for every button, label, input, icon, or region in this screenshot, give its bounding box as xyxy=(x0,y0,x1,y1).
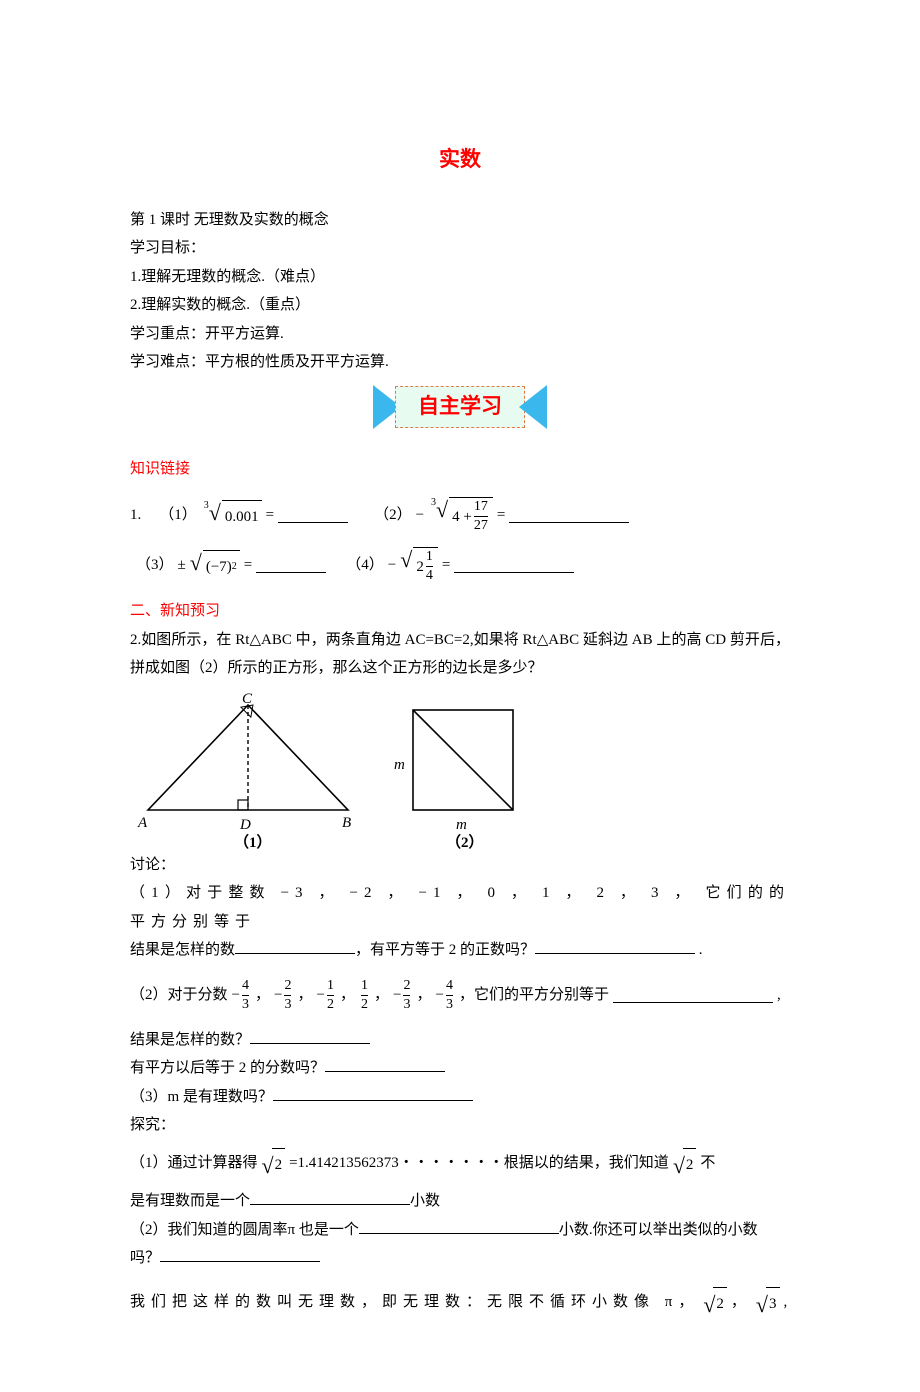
frac-1-4: 1 4 xyxy=(426,550,433,583)
label-C: C xyxy=(242,685,252,714)
figure-1-caption: （1） xyxy=(234,829,272,858)
blank-1-1[interactable] xyxy=(278,508,348,523)
frac-6: 43 xyxy=(446,979,453,1012)
equals: = xyxy=(266,501,274,530)
plus-minus: ± xyxy=(178,551,186,580)
equals: = xyxy=(244,551,252,580)
discuss-3: （3）m 是有理数吗？ xyxy=(130,1083,790,1112)
explore-2-line2: 吗？ xyxy=(130,1244,790,1273)
sqrt-2-1-4: √ 2 1 4 xyxy=(400,547,438,583)
difficulty: 学习难点：平方根的性质及开平方运算. xyxy=(130,348,790,377)
frac-2: 23 xyxy=(284,979,291,1012)
sqrt-neg7-sq: √ (−7)2 xyxy=(190,550,240,582)
figures: A B C D （1） m m （2） xyxy=(130,695,790,845)
goal-1: 1.理解无理数的概念.（难点） xyxy=(130,263,790,292)
goals-label: 学习目标： xyxy=(130,234,790,263)
blank-d2-2[interactable] xyxy=(250,1029,370,1044)
section-knowledge-link: 知识链接 xyxy=(130,455,790,484)
section-preview: 二、新知预习 xyxy=(130,597,790,626)
frac-1: 43 xyxy=(242,979,249,1012)
blank-d1-2[interactable] xyxy=(535,939,695,954)
blank-1-3[interactable] xyxy=(256,558,326,573)
blank-e2-2[interactable] xyxy=(160,1247,320,1262)
cbrt-4-plus-17-27: 3 √ 4 + 17 27 xyxy=(428,497,493,533)
question-1-line-2: （3） ± √ (−7)2 = （4） − √ 2 1 4 = xyxy=(130,547,790,583)
equals: = xyxy=(442,551,450,580)
figure-1-triangle: A B C D （1） xyxy=(138,695,358,845)
lesson-header: 第 1 课时 无理数及实数的概念 xyxy=(130,206,790,235)
blank-1-2[interactable] xyxy=(509,508,629,523)
figure-2-caption: （2） xyxy=(446,829,484,858)
discuss-2-line2: 结果是怎样的数？ xyxy=(130,1026,790,1055)
frac-3: 12 xyxy=(327,979,334,1012)
label-m-left: m xyxy=(394,751,405,780)
question-2: 2.如图所示，在 Rt△ABC 中，两条直角边 AC=BC=2,如果将 Rt△A… xyxy=(130,626,790,683)
discuss-2-line1: （2）对于分数 −43， −23， −12， 12， −23， −43 ，它们的… xyxy=(130,979,790,1012)
figure-2-square: m m （2） xyxy=(398,695,528,845)
explore-1-line1: （1）通过计算器得 √2 =1.414213562373・・・・・・・根据以的结… xyxy=(130,1148,790,1180)
key-point: 学习重点：开平方运算. xyxy=(130,320,790,349)
blank-e2-1[interactable] xyxy=(359,1219,559,1234)
q1-4-label: （4） xyxy=(346,551,384,580)
self-study-banner: 自主学习 xyxy=(130,385,790,429)
cbrt-0.001: 3 √ 0.001 xyxy=(201,500,262,532)
blank-e1[interactable] xyxy=(250,1190,410,1205)
discuss-1-line1: （1）对于整数 −3 ， −2 ， −1 ， 0 ， 1 ， 2 ， 3 ， 它… xyxy=(130,879,790,936)
minus: − xyxy=(388,551,396,580)
explore-1-line2: 是有理数而是一个小数 xyxy=(130,1187,790,1216)
discuss-2-line3: 有平方以后等于 2 的分数吗？ xyxy=(130,1054,790,1083)
blank-d1-1[interactable] xyxy=(235,939,355,954)
discuss-1-line2: 结果是怎样的数，有平方等于 2 的正数吗？ . xyxy=(130,936,790,965)
blank-d2-1[interactable] xyxy=(613,988,773,1003)
blank-1-4[interactable] xyxy=(454,558,574,573)
goal-2: 2.理解实数的概念.（重点） xyxy=(130,291,790,320)
question-1-line-1: 1. （1） 3 √ 0.001 = （2） − 3 √ 4 + 17 27 = xyxy=(130,497,790,533)
summary-line: 我们把这样的数叫无理数，即无理数：无限不循环小数像 π， √2 ， √3 , xyxy=(130,1287,790,1319)
label-A: A xyxy=(138,809,147,838)
q1-1-label: （1） xyxy=(159,501,197,530)
sqrt-2-a: √2 xyxy=(262,1148,286,1180)
frac-5: 23 xyxy=(403,979,410,1012)
label-B: B xyxy=(342,809,351,838)
minus: − xyxy=(416,501,424,530)
frac-17-27: 17 27 xyxy=(474,500,488,533)
explore-heading: 探究： xyxy=(130,1111,790,1140)
banner-right-arrow xyxy=(519,385,547,429)
q1-prefix: 1. xyxy=(130,501,141,530)
sqrt-2-b: √2 xyxy=(673,1148,697,1180)
sqrt-3: √3 xyxy=(756,1287,780,1319)
equals: = xyxy=(497,501,505,530)
explore-2-line1: （2）我们知道的圆周率π 也是一个小数.你还可以举出类似的小数 xyxy=(130,1216,790,1245)
blank-d3[interactable] xyxy=(273,1086,473,1101)
page-title: 实数 xyxy=(130,140,790,180)
q1-2-label: （2） xyxy=(374,501,412,530)
banner-text: 自主学习 xyxy=(395,386,525,428)
q1-3-label: （3） xyxy=(136,551,174,580)
blank-d2-3[interactable] xyxy=(325,1057,445,1072)
sqrt-2-c: √2 xyxy=(703,1287,727,1319)
frac-4: 12 xyxy=(361,979,368,1012)
